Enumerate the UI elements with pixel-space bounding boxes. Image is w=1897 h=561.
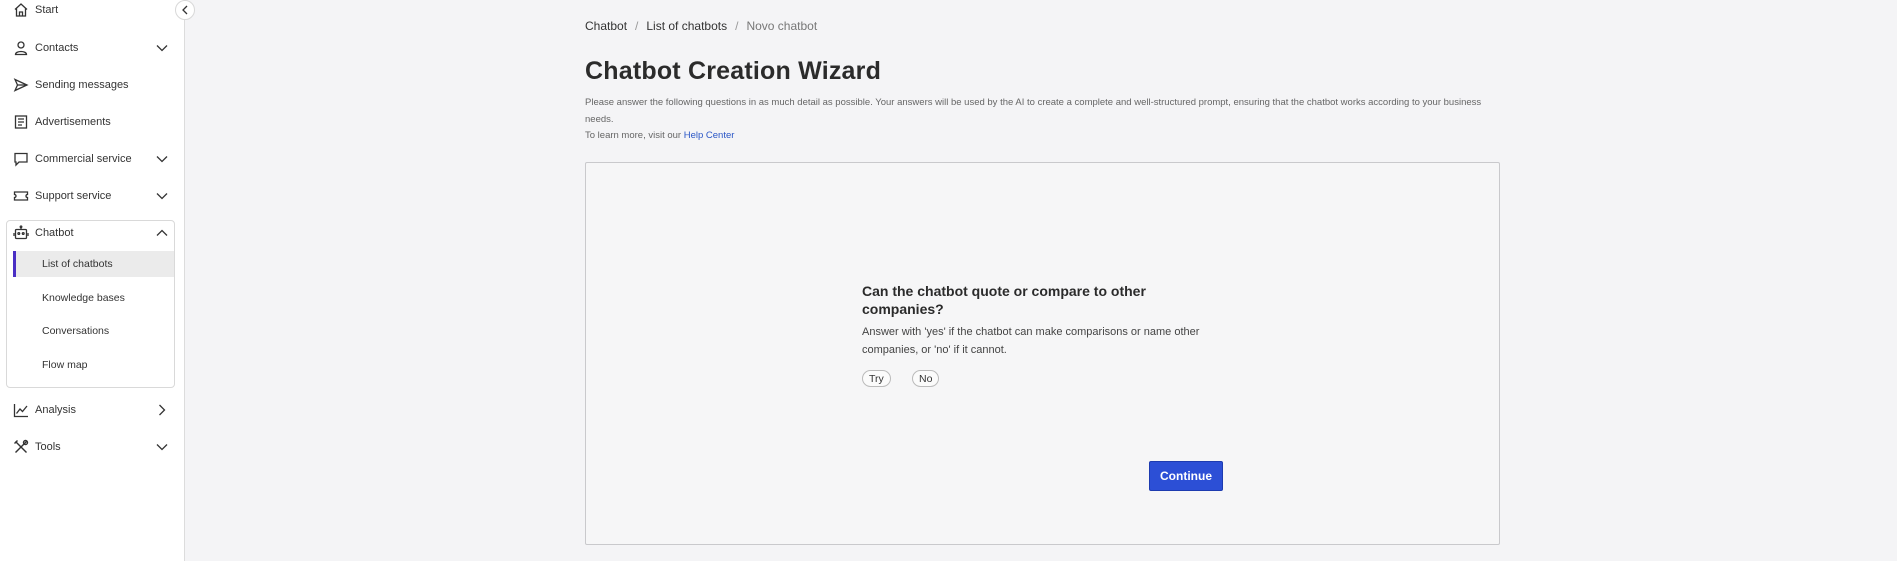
sidebar-item-support-service[interactable]: Support service	[0, 181, 185, 211]
sidebar-item-label: Sending messages	[35, 79, 129, 91]
sidebar-item-label: Advertisements	[35, 116, 111, 128]
sidebar-item-sending-messages[interactable]: Sending messages	[0, 70, 185, 100]
sidebar-subitem-label: List of chatbots	[42, 258, 113, 270]
chevron-down-icon	[155, 189, 169, 203]
wizard-question: Can the chatbot quote or compare to othe…	[862, 283, 1146, 317]
intro-help-prefix: To learn more, visit our	[585, 130, 682, 141]
help-center-link[interactable]: Help Center	[684, 130, 735, 141]
home-icon	[12, 1, 30, 19]
sidebar-item-label: Tools	[35, 441, 61, 453]
option-try-chip[interactable]: Try	[862, 370, 891, 387]
sidebar-item-label: Contacts	[35, 42, 79, 54]
continue-button[interactable]: Continue	[1149, 461, 1223, 491]
sidebar-subitem-label: Flow map	[42, 359, 88, 371]
user-icon	[12, 39, 30, 57]
sidebar-subitem-conversations[interactable]: Conversations	[13, 318, 174, 344]
breadcrumb-link-chatbot[interactable]: Chatbot	[585, 19, 627, 33]
wizard-hint: Answer with 'yes' if the chatbot can mak…	[862, 326, 1200, 356]
ticket-icon	[12, 187, 30, 205]
sidebar-item-label: Analysis	[35, 404, 76, 416]
sidebar-item-advertisements[interactable]: Advertisements	[0, 107, 185, 137]
page-title: Chatbot Creation Wizard	[585, 57, 882, 85]
intro-paragraph: Please answer the following questions in…	[585, 97, 1482, 125]
sidebar-item-chatbot[interactable]: Chatbot	[0, 218, 185, 248]
breadcrumb: Chatbot / List of chatbots / Novo chatbo…	[585, 19, 817, 33]
sidebar: Start Contacts Sending messages Advertis…	[0, 0, 185, 561]
sidebar-item-commercial-service[interactable]: Commercial service	[0, 144, 185, 174]
breadcrumb-separator: /	[635, 19, 639, 33]
intro-help-line: To learn more, visit our Help Center	[585, 128, 1485, 145]
tools-icon	[12, 438, 30, 456]
sidebar-item-tools[interactable]: Tools	[0, 432, 185, 462]
breadcrumb-current: Novo chatbot	[746, 19, 818, 33]
breadcrumb-separator: /	[735, 19, 739, 33]
sidebar-item-label: Chatbot	[35, 227, 74, 239]
sidebar-item-analysis[interactable]: Analysis	[0, 395, 185, 425]
sidebar-item-start[interactable]: Start	[0, 0, 185, 25]
sidebar-subitem-label: Knowledge bases	[42, 292, 125, 304]
sidebar-subitem-list-of-chatbots[interactable]: List of chatbots	[13, 251, 174, 277]
sidebar-item-label: Commercial service	[35, 153, 132, 165]
breadcrumb-link-list-of-chatbots[interactable]: List of chatbots	[646, 19, 727, 33]
sidebar-subitem-label: Conversations	[42, 325, 110, 337]
chevron-right-icon	[155, 403, 169, 417]
collapse-sidebar-button[interactable]	[175, 0, 195, 20]
chevron-up-icon	[155, 226, 169, 240]
document-icon	[12, 113, 30, 131]
chevron-down-icon	[155, 41, 169, 55]
send-icon	[12, 76, 30, 94]
sidebar-item-label: Start	[35, 4, 59, 16]
sidebar-item-label: Support service	[35, 190, 112, 202]
chevron-down-icon	[155, 152, 169, 166]
chat-icon	[12, 150, 30, 168]
sidebar-subitem-knowledge-bases[interactable]: Knowledge bases	[13, 285, 174, 311]
sidebar-subitem-flow-map[interactable]: Flow map	[13, 352, 174, 378]
option-no-chip[interactable]: No	[912, 370, 940, 387]
sidebar-item-contacts[interactable]: Contacts	[0, 33, 185, 63]
chevron-left-icon	[181, 5, 189, 15]
chart-icon	[12, 401, 30, 419]
chevron-down-icon	[155, 440, 169, 454]
robot-icon	[12, 224, 30, 242]
intro-text: Please answer the following questions in…	[585, 95, 1485, 145]
